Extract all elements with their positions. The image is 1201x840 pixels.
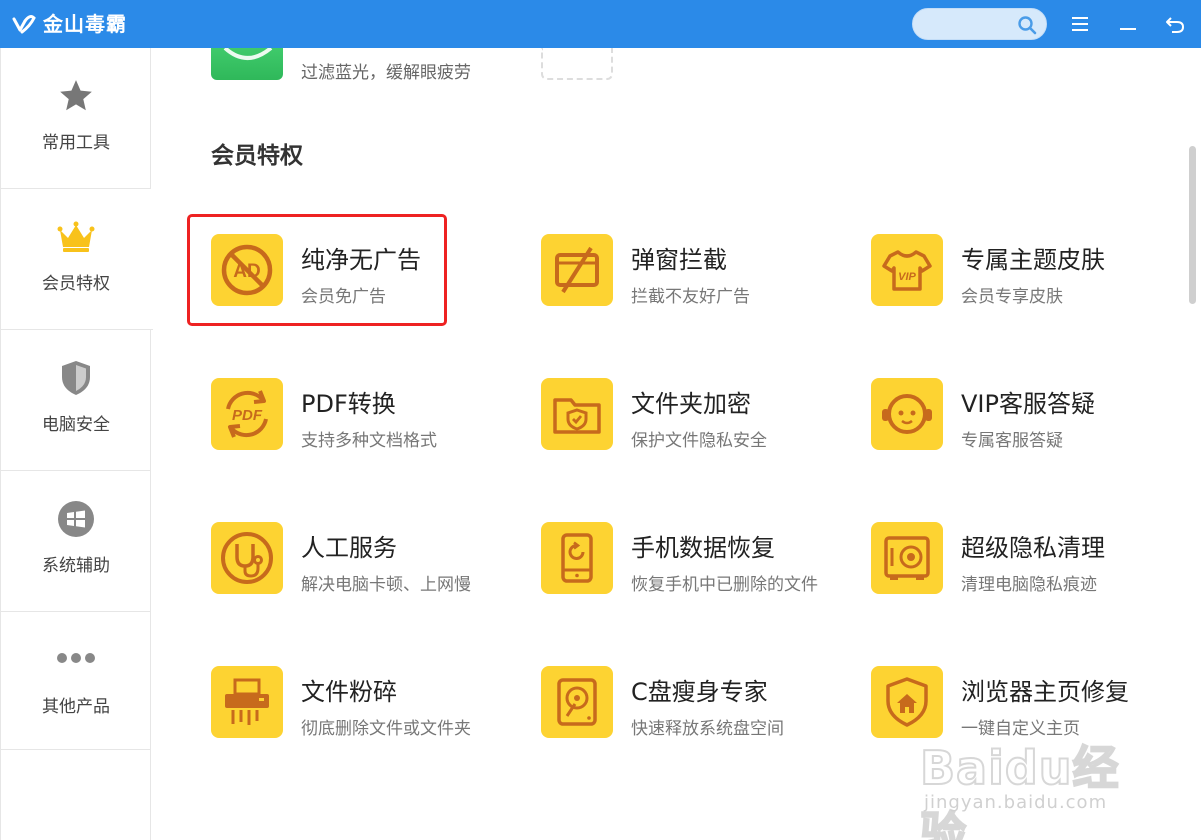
tool-desc: 解决电脑卡顿、上网慢 [301, 575, 471, 595]
app-title: 金山毒霸 [43, 12, 127, 36]
sidebar-item-other-products[interactable]: 其他产品 [1, 612, 151, 750]
partial-tool-desc: 过滤蓝光，缓解眼疲劳 [301, 63, 471, 83]
menu-button[interactable] [1066, 10, 1094, 38]
tool-desc: 恢复手机中已删除的文件 [631, 575, 818, 595]
tool-folder-encrypt[interactable]: 文件夹加密 保护文件隐私安全 [541, 378, 861, 468]
back-icon [1166, 17, 1185, 33]
tool-theme-skin[interactable]: VIP 专属主题皮肤 会员专享皮肤 [871, 234, 1187, 324]
tool-name: VIP客服答疑 [961, 390, 1095, 418]
tool-name: 弹窗拦截 [631, 246, 727, 274]
tool-desc: 保护文件隐私安全 [631, 431, 767, 451]
tool-browser-home-repair[interactable]: 浏览器主页修复 一键自定义主页 [871, 666, 1187, 756]
tool-name: 人工服务 [301, 534, 397, 562]
tool-name: 专属主题皮肤 [961, 246, 1105, 274]
section-title: 会员特权 [211, 143, 303, 169]
tool-desc: 彻底删除文件或文件夹 [301, 719, 471, 739]
safe-icon [871, 522, 943, 594]
tool-desc: 会员免广告 [301, 287, 386, 307]
tool-desc: 支持多种文档格式 [301, 431, 437, 451]
tool-name: C盘瘦身专家 [631, 678, 768, 706]
home-shield-icon [871, 666, 943, 738]
svg-text:AD: AD [233, 261, 260, 282]
support-face-icon [871, 378, 943, 450]
tool-popup-block[interactable]: 弹窗拦截 拦截不友好广告 [541, 234, 861, 324]
tool-name: 文件粉碎 [301, 678, 397, 706]
sidebar-item-common-tools[interactable]: 常用工具 [1, 48, 151, 189]
minimize-button[interactable] [1114, 10, 1142, 38]
sidebar-item-label: 其他产品 [42, 697, 110, 717]
phone-restore-icon [541, 522, 613, 594]
popup-block-icon [541, 234, 613, 306]
tool-name: 手机数据恢复 [631, 534, 775, 562]
sidebar-item-member-privileges[interactable]: 会员特权 [1, 189, 153, 330]
tool-name: 纯净无广告 [301, 246, 421, 274]
sidebar-item-label: 系统辅助 [42, 556, 110, 576]
tool-file-shred[interactable]: 文件粉碎 彻底删除文件或文件夹 [211, 666, 531, 756]
back-button[interactable] [1161, 10, 1189, 38]
tool-phone-recovery[interactable]: 手机数据恢复 恢复手机中已删除的文件 [541, 522, 861, 612]
no-ad-icon: AD [211, 234, 283, 306]
sidebar-item-system-assist[interactable]: 系统辅助 [1, 471, 151, 612]
tool-manual-service[interactable]: 人工服务 解决电脑卡顿、上网慢 [211, 522, 531, 612]
tool-desc: 一键自定义主页 [961, 719, 1080, 739]
menu-icon [1072, 17, 1088, 31]
minimize-icon [1120, 28, 1136, 30]
search-box[interactable] [912, 8, 1047, 40]
title-bar: 金山毒霸 [0, 0, 1201, 48]
tool-privacy-clean[interactable]: 超级隐私清理 清理电脑隐私痕迹 [871, 522, 1187, 612]
folder-lock-icon [541, 378, 613, 450]
vip-tshirt-icon: VIP [871, 234, 943, 306]
sidebar-item-label: 电脑安全 [42, 415, 110, 435]
eye-protection-icon[interactable] [211, 48, 283, 80]
tool-desc: 拦截不友好广告 [631, 287, 750, 307]
sidebar-item-label: 会员特权 [42, 274, 110, 294]
crown-icon [56, 217, 96, 257]
tool-name: 文件夹加密 [631, 390, 751, 418]
svg-text:VIP: VIP [898, 271, 916, 283]
tool-vip-support[interactable]: VIP客服答疑 专属客服答疑 [871, 378, 1187, 468]
tool-desc: 会员专享皮肤 [961, 287, 1063, 307]
search-input[interactable] [925, 15, 1020, 35]
sidebar-item-label: 常用工具 [42, 133, 110, 153]
tool-desc: 快速释放系统盘空间 [631, 719, 784, 739]
sidebar-item-pc-security[interactable]: 电脑安全 [1, 330, 151, 471]
tool-pdf-convert[interactable]: PDF PDF转换 支持多种文档格式 [211, 378, 531, 468]
placeholder-slot [541, 48, 613, 80]
shredder-icon [211, 666, 283, 738]
scroll-thumb[interactable] [1189, 146, 1196, 304]
windows-icon [56, 499, 96, 539]
search-icon[interactable] [1017, 15, 1037, 35]
tool-name: 超级隐私清理 [961, 534, 1105, 562]
tool-name: PDF转换 [301, 390, 396, 418]
scrollbar[interactable] [1187, 48, 1201, 840]
svg-text:PDF: PDF [232, 407, 263, 424]
tool-desc: 专属客服答疑 [961, 431, 1063, 451]
tool-desc: 清理电脑隐私痕迹 [961, 575, 1097, 595]
stethoscope-icon [211, 522, 283, 594]
more-dots-icon [56, 638, 96, 678]
pdf-convert-icon: PDF [211, 378, 283, 450]
disk-icon [541, 666, 613, 738]
tool-name: 浏览器主页修复 [961, 678, 1129, 706]
content-area: 过滤蓝光，缓解眼疲劳 会员特权 AD 纯净无广告 会员免广告 弹窗拦截 拦截不友… [151, 48, 1187, 840]
app-logo-icon [12, 15, 36, 34]
star-icon [56, 76, 96, 116]
sidebar: 常用工具 会员特权 电脑安全 系统辅助 其他产品 [0, 48, 153, 840]
tool-c-drive-slim[interactable]: C盘瘦身专家 快速释放系统盘空间 [541, 666, 861, 756]
shield-icon [56, 358, 96, 398]
tool-no-ads[interactable]: AD 纯净无广告 会员免广告 [211, 234, 531, 324]
